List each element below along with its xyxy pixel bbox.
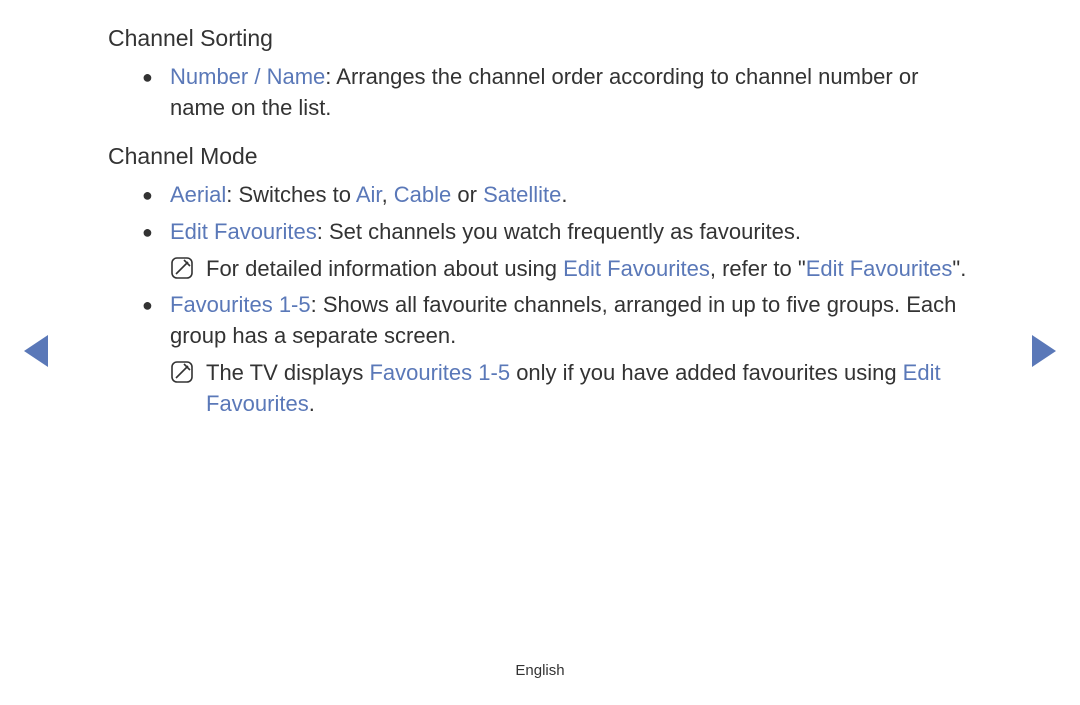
page-content: Channel Sorting ● Number / Name: Arrange…: [0, 0, 1080, 420]
note-body: The TV displays Favourites 1-5 only if y…: [206, 358, 970, 420]
term-favourites-1-5: Favourites 1-5: [170, 292, 311, 317]
term-edit-favourites: Edit Favourites: [806, 256, 953, 281]
bullet-number-name: ● Number / Name: Arranges the channel or…: [108, 62, 970, 124]
bullet-aerial: ● Aerial: Switches to Air, Cable or Sate…: [108, 180, 970, 211]
note-body: For detailed information about using Edi…: [206, 254, 970, 285]
note-icon: [170, 254, 206, 280]
prev-page-arrow-icon[interactable]: [24, 335, 48, 367]
bullet-icon: ●: [142, 217, 170, 247]
txt: : Switches to: [226, 182, 356, 207]
txt: .: [309, 391, 315, 416]
term-aerial: Aerial: [170, 182, 226, 207]
note-favourites-1-5: The TV displays Favourites 1-5 only if y…: [108, 358, 970, 420]
term-number-name: Number / Name: [170, 64, 325, 89]
term-satellite: Satellite: [483, 182, 561, 207]
term-cable: Cable: [394, 182, 451, 207]
bullet-icon: ●: [142, 62, 170, 92]
bullet-body: Number / Name: Arranges the channel orde…: [170, 62, 970, 124]
txt: For detailed information about using: [206, 256, 563, 281]
bullet-favourites-1-5: ● Favourites 1-5: Shows all favourite ch…: [108, 290, 970, 352]
term-favourites-1-5: Favourites 1-5: [369, 360, 510, 385]
bullet-icon: ●: [142, 180, 170, 210]
txt: , refer to ": [710, 256, 806, 281]
txt: ,: [382, 182, 394, 207]
txt: .: [561, 182, 567, 207]
footer-language: English: [0, 660, 1080, 681]
txt: or: [451, 182, 483, 207]
note-edit-favourites: For detailed information about using Edi…: [108, 254, 970, 285]
term-edit-favourites: Edit Favourites: [563, 256, 710, 281]
next-page-arrow-icon[interactable]: [1032, 335, 1056, 367]
term-air: Air: [356, 182, 382, 207]
heading-channel-sorting: Channel Sorting: [108, 22, 970, 54]
bullet-body: Favourites 1-5: Shows all favourite chan…: [170, 290, 970, 352]
bullet-edit-favourites: ● Edit Favourites: Set channels you watc…: [108, 217, 970, 248]
bullet-icon: ●: [142, 290, 170, 320]
bullet-body: Aerial: Switches to Air, Cable or Satell…: [170, 180, 970, 211]
txt: The TV displays: [206, 360, 369, 385]
note-icon: [170, 358, 206, 384]
heading-channel-mode: Channel Mode: [108, 140, 970, 172]
bullet-body: Edit Favourites: Set channels you watch …: [170, 217, 970, 248]
desc-edit-favourites: : Set channels you watch frequently as f…: [317, 219, 801, 244]
term-edit-favourites: Edit Favourites: [170, 219, 317, 244]
txt: ".: [952, 256, 966, 281]
txt: only if you have added favourites using: [510, 360, 903, 385]
